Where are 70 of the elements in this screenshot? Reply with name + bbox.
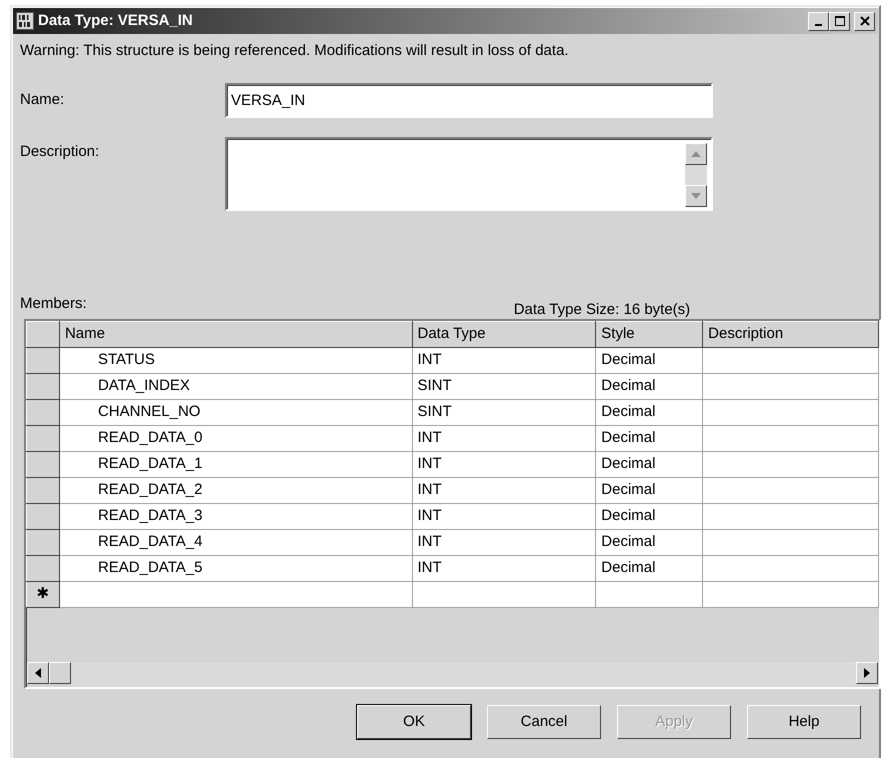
table-cell: READ_DATA_1 bbox=[59, 452, 412, 478]
table-cell: Decimal bbox=[596, 426, 703, 452]
column-header[interactable]: Name bbox=[59, 322, 412, 348]
row-header[interactable] bbox=[26, 504, 60, 530]
right-arrow-icon bbox=[864, 668, 870, 678]
minimize-icon bbox=[815, 24, 822, 26]
table-cell: Decimal bbox=[596, 478, 703, 504]
table-cell: Decimal bbox=[596, 348, 703, 374]
dialog-button[interactable]: Help bbox=[747, 705, 861, 739]
column-header[interactable]: Description bbox=[702, 322, 878, 348]
table-cell: Decimal bbox=[596, 452, 703, 478]
row-header[interactable] bbox=[26, 478, 60, 504]
table-cell: CHANNEL_NO bbox=[59, 400, 412, 426]
table-cell: INT bbox=[412, 426, 596, 452]
table-cell: INT bbox=[412, 478, 596, 504]
field-label: Name: bbox=[20, 90, 66, 110]
scroll-down-button[interactable] bbox=[685, 184, 707, 206]
row-header[interactable] bbox=[26, 374, 60, 400]
left-arrow-icon bbox=[35, 668, 41, 678]
table-cell: Decimal bbox=[596, 504, 703, 530]
up-arrow-icon bbox=[691, 150, 701, 156]
scroll-right-button[interactable] bbox=[856, 662, 878, 684]
table-cell: READ_DATA_5 bbox=[59, 556, 412, 582]
scroll-thumb[interactable] bbox=[49, 662, 71, 684]
row-header[interactable] bbox=[26, 556, 60, 582]
description-field[interactable] bbox=[225, 136, 713, 210]
table-cell: INT bbox=[412, 556, 596, 582]
maximize-button[interactable] bbox=[829, 12, 850, 30]
dialog-button[interactable]: OK bbox=[357, 705, 471, 739]
column-header[interactable]: Style bbox=[596, 322, 703, 348]
section-label: Members: bbox=[20, 294, 87, 314]
size-text: Data Type Size: 16 byte(s) bbox=[514, 300, 690, 320]
row-header[interactable] bbox=[26, 348, 60, 374]
table-cell: SINT bbox=[412, 374, 596, 400]
row-header[interactable] bbox=[26, 452, 60, 478]
close-icon bbox=[858, 15, 872, 27]
scroll-track[interactable] bbox=[685, 164, 707, 184]
warning-text: Warning: This structure is being referenced. Modifications will result in loss of data. bbox=[20, 41, 570, 61]
row-header[interactable] bbox=[26, 530, 60, 556]
table-cell: INT bbox=[412, 530, 596, 556]
table-cell: DATA_INDEX bbox=[59, 374, 412, 400]
scroll-up-button[interactable] bbox=[685, 142, 707, 164]
table-cell: READ_DATA_2 bbox=[59, 478, 412, 504]
row-header[interactable] bbox=[26, 426, 60, 452]
row-header[interactable] bbox=[26, 322, 60, 348]
window-title: Data Type: VERSA_IN bbox=[38, 10, 193, 31]
table-cell: Decimal bbox=[596, 530, 703, 556]
table-cell: READ_DATA_3 bbox=[59, 504, 412, 530]
table-cell: Decimal bbox=[596, 400, 703, 426]
name-field[interactable]: VERSA_IN bbox=[225, 82, 713, 118]
dialog-button[interactable]: Cancel bbox=[487, 705, 601, 739]
close-button[interactable] bbox=[854, 12, 875, 30]
new-row-marker[interactable]: ✱ bbox=[26, 582, 60, 608]
table-cell: STATUS bbox=[59, 348, 412, 374]
column-header[interactable]: Data Type bbox=[412, 322, 596, 348]
app-icon bbox=[16, 12, 34, 30]
table-cell: READ_DATA_4 bbox=[59, 530, 412, 556]
scroll-left-button[interactable] bbox=[27, 662, 49, 684]
table-cell: Decimal bbox=[596, 374, 703, 400]
table-cell: INT bbox=[412, 348, 596, 374]
table-cell: INT bbox=[412, 504, 596, 530]
row-header[interactable] bbox=[26, 400, 60, 426]
table-cell: Decimal bbox=[596, 556, 703, 582]
table-cell: INT bbox=[412, 452, 596, 478]
minimize-button[interactable] bbox=[808, 12, 829, 30]
table-cell: READ_DATA_0 bbox=[59, 426, 412, 452]
maximize-icon bbox=[832, 15, 846, 27]
field-label: Description: bbox=[20, 142, 100, 162]
down-arrow-icon bbox=[691, 192, 701, 198]
table-cell: SINT bbox=[412, 400, 596, 426]
